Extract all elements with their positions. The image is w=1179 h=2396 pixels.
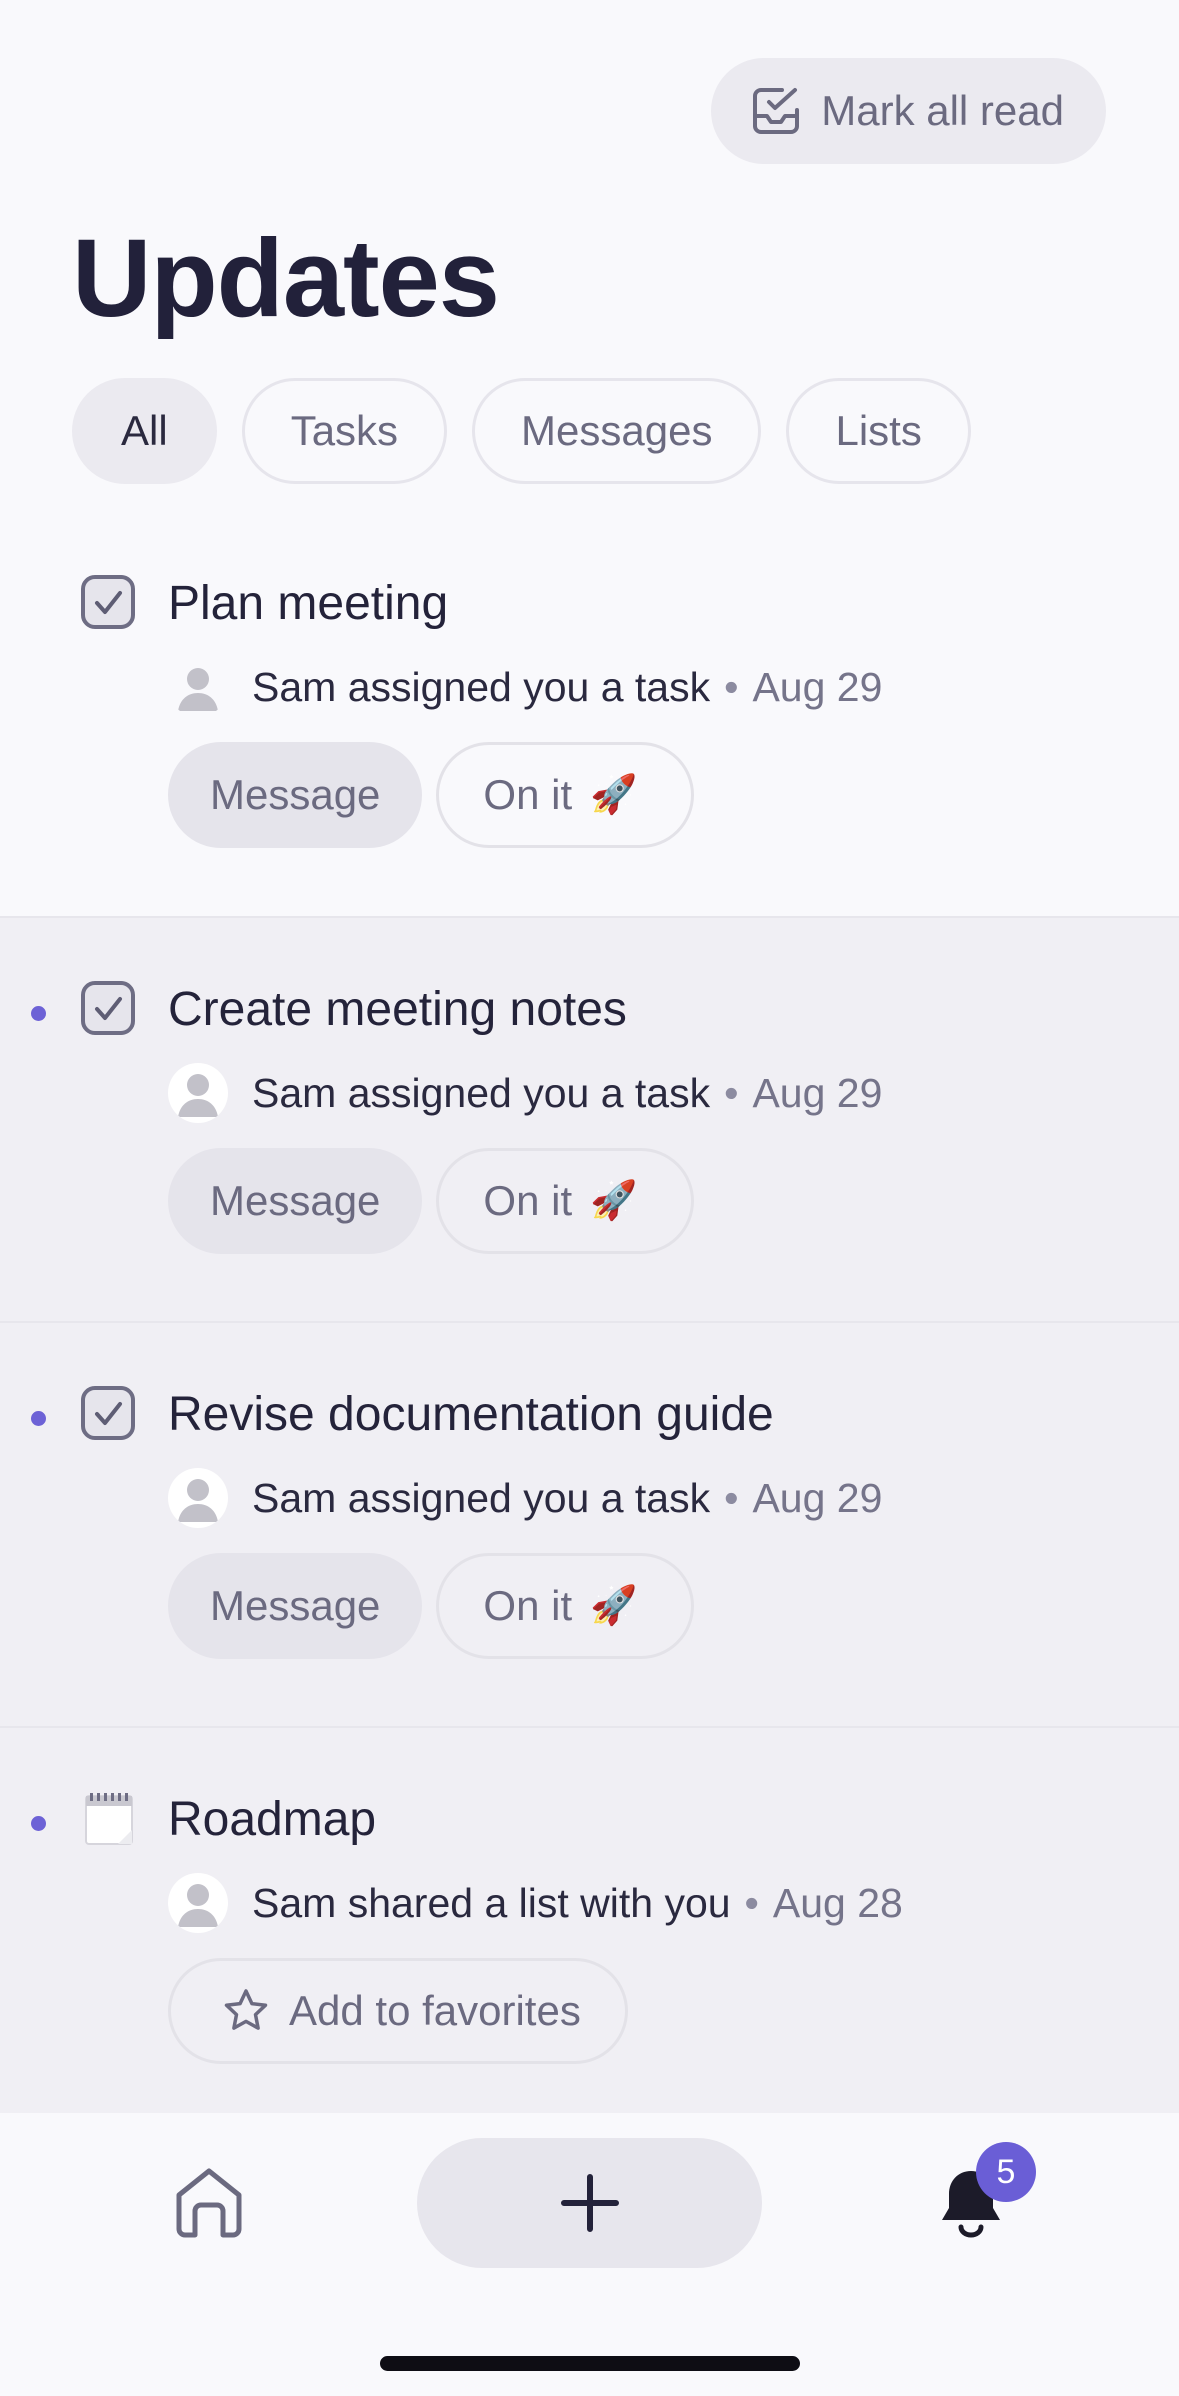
update-meta: Sam assigned you a task • Aug 29: [168, 657, 882, 717]
update-actions: Message On it 🚀: [168, 1553, 695, 1659]
separator: •: [724, 1474, 739, 1521]
separator: •: [724, 1069, 739, 1116]
message-button[interactable]: Message: [168, 742, 423, 848]
filter-chip-all[interactable]: All: [72, 378, 217, 484]
update-description: Sam assigned you a task: [252, 1474, 711, 1521]
top-bar: Mark all read: [711, 58, 1106, 164]
checkbox-icon: [81, 1386, 135, 1440]
avatar-icon: [168, 1468, 228, 1528]
on-it-button[interactable]: On it 🚀: [436, 742, 695, 848]
avatar-icon: [168, 1873, 228, 1933]
checkbox-icon: [81, 575, 135, 629]
rocket-icon: 🚀: [590, 774, 638, 816]
plus-icon: [560, 2174, 619, 2232]
on-it-label: On it: [483, 1582, 573, 1629]
page-title: Updates: [72, 217, 500, 340]
update-meta: Sam assigned you a task • Aug 29: [168, 1468, 882, 1528]
updates-feed: Plan meeting Sam assigned you a task • A…: [0, 512, 1179, 2128]
checkbox-icon: [81, 981, 135, 1035]
update-actions: Add to favorites: [168, 1958, 628, 2064]
separator: •: [724, 663, 739, 710]
update-item[interactable]: Create meeting notes Sam assigned you a …: [0, 918, 1179, 1323]
filter-chip-messages[interactable]: Messages: [472, 378, 762, 484]
avatar-icon: [168, 1063, 228, 1123]
separator: •: [744, 1879, 759, 1926]
update-actions: Message On it 🚀: [168, 742, 695, 848]
update-item[interactable]: Revise documentation guide Sam assigned …: [0, 1323, 1179, 1728]
message-label: Message: [210, 1582, 381, 1629]
update-description: Sam assigned you a task: [252, 1069, 711, 1116]
avatar-icon: [168, 657, 228, 717]
message-button[interactable]: Message: [168, 1553, 423, 1659]
mark-all-read-button[interactable]: Mark all read: [711, 58, 1106, 164]
update-date: Aug 29: [752, 1474, 883, 1521]
update-title: Revise documentation guide: [168, 1388, 774, 1441]
unread-dot: [31, 1816, 46, 1831]
on-it-button[interactable]: On it 🚀: [436, 1148, 695, 1254]
filter-chip-lists[interactable]: Lists: [786, 378, 971, 484]
on-it-button[interactable]: On it 🚀: [436, 1553, 695, 1659]
add-to-favorites-label: Add to favorites: [289, 1987, 581, 2034]
update-description: Sam assigned you a task: [252, 663, 711, 710]
unread-dot: [31, 1006, 46, 1021]
update-item[interactable]: Roadmap Sam shared a list with you • Aug…: [0, 1728, 1179, 2128]
update-date: Aug 29: [752, 663, 883, 710]
message-label: Message: [210, 1177, 381, 1224]
add-button[interactable]: [417, 2138, 762, 2268]
rocket-icon: 🚀: [590, 1585, 638, 1627]
home-icon[interactable]: [173, 2165, 245, 2239]
notepad-icon: [85, 1793, 133, 1845]
mark-all-read-label: Mark all read: [821, 87, 1064, 134]
update-item[interactable]: Plan meeting Sam assigned you a task • A…: [0, 512, 1179, 918]
message-label: Message: [210, 771, 381, 818]
checklist-icon: [753, 88, 800, 134]
update-title: Create meeting notes: [168, 983, 627, 1036]
update-description: Sam shared a list with you: [252, 1879, 731, 1926]
update-title: Plan meeting: [168, 577, 449, 630]
add-to-favorites-button[interactable]: Add to favorites: [168, 1958, 628, 2064]
on-it-label: On it: [483, 1177, 573, 1224]
rocket-icon: 🚀: [590, 1180, 638, 1222]
filter-chip-tasks[interactable]: Tasks: [241, 378, 448, 484]
update-title: Roadmap: [168, 1793, 377, 1846]
update-date: Aug 29: [752, 1069, 883, 1116]
filter-chips: All Tasks Messages Lists: [72, 378, 971, 484]
star-icon: [224, 1989, 268, 2030]
notification-badge: 5: [976, 2142, 1036, 2202]
update-meta: Sam assigned you a task • Aug 29: [168, 1063, 882, 1123]
on-it-label: On it: [483, 771, 573, 818]
message-button[interactable]: Message: [168, 1148, 423, 1254]
update-meta: Sam shared a list with you • Aug 28: [168, 1873, 903, 1933]
update-date: Aug 28: [772, 1879, 903, 1926]
unread-dot: [31, 1411, 46, 1426]
home-indicator: [380, 2356, 800, 2371]
update-actions: Message On it 🚀: [168, 1148, 695, 1254]
